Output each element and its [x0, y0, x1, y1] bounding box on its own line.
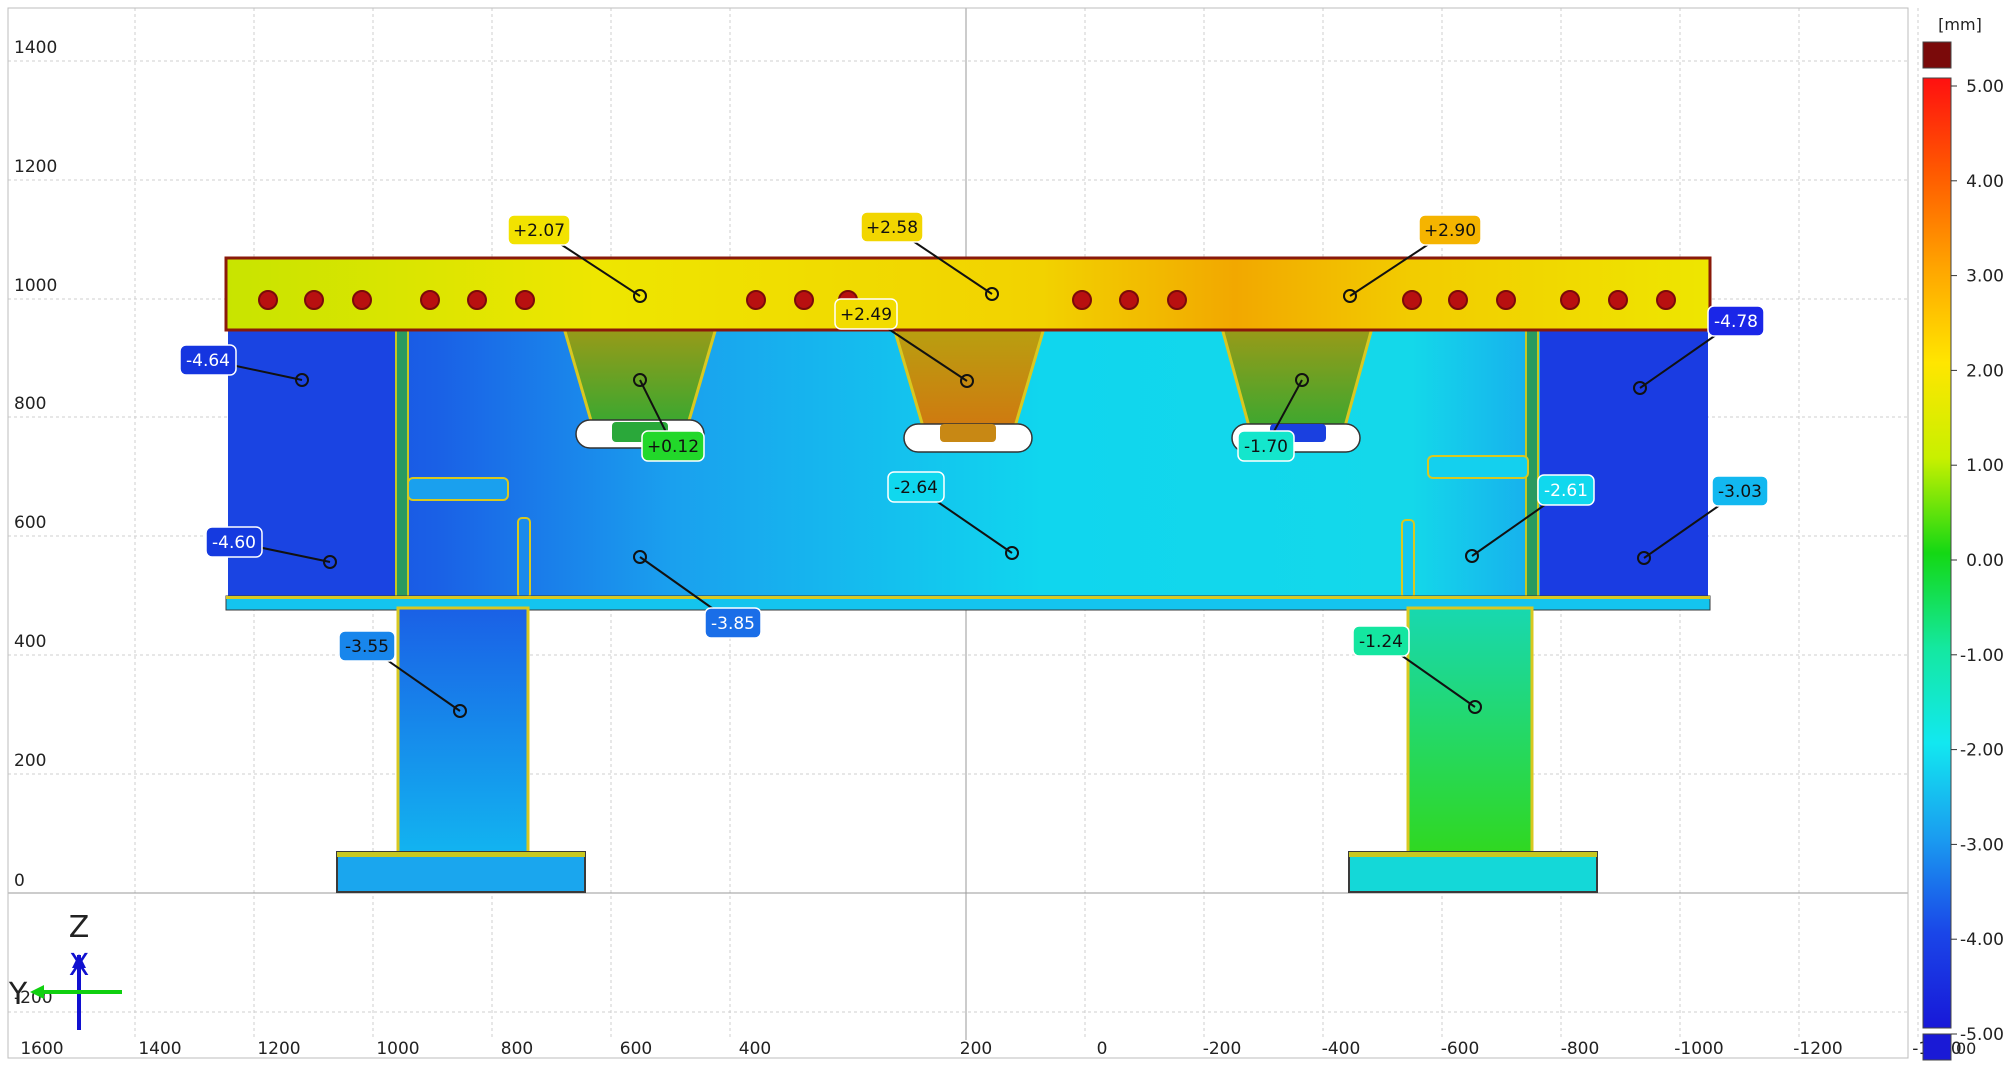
annotation-label-text: -1.24: [1359, 632, 1403, 652]
x-tick-label: 200: [960, 1039, 992, 1059]
trapezoid-rib-1: [562, 326, 718, 426]
bolt-hole: [304, 290, 324, 310]
colorbar-gradient: [1922, 77, 1952, 1029]
colorbar-tick-label: 0.00: [1966, 551, 2004, 571]
annotation-label-text: -3.55: [345, 637, 389, 657]
y-tick-label: 800: [14, 394, 46, 414]
x-tick-label: -600: [1441, 1039, 1480, 1059]
annotation-label-text: -2.64: [894, 478, 938, 498]
annotation-label-text: -4.78: [1714, 312, 1758, 332]
colorbar-legend: [mm] 5.00 4.00 3.00 2.00 1.00 0.00 -1.00 -2.00 -…: [1922, 15, 2004, 1061]
annotation-label-text: +2.58: [866, 218, 918, 238]
y-tick-label: 400: [14, 632, 46, 652]
colorbar-ticks: 5.00 4.00 3.00 2.00 1.00 0.00 -1.00 -2.00 -3.00 -…: [1951, 77, 2004, 1045]
foot-left: [336, 851, 586, 893]
bolt-hole: [794, 290, 814, 310]
colorbar-tick-label: 4.00: [1966, 172, 2004, 192]
bolt-hole: [746, 290, 766, 310]
bolt-hole: [1656, 290, 1676, 310]
x-tick-label: -200: [1203, 1039, 1242, 1059]
x-tick-label: 1600: [20, 1039, 63, 1059]
triad-y-label: Y: [8, 977, 28, 1012]
bolt-hole: [258, 290, 278, 310]
y-tick-label: 600: [14, 513, 46, 533]
bolt-hole: [1119, 290, 1139, 310]
x-tick-label: -400: [1322, 1039, 1361, 1059]
y-tick-label: 200: [14, 751, 46, 771]
bolt-hole: [352, 290, 372, 310]
triad-z-label: Z: [69, 910, 90, 945]
x-tick-label: 400: [739, 1039, 771, 1059]
bolt-hole: [1072, 290, 1092, 310]
bottom-flange-edge: [226, 596, 1710, 599]
colorbar-above-max-swatch: [1922, 41, 1952, 69]
annotation-label-text: -3.85: [711, 614, 755, 634]
foot-right: [1348, 851, 1598, 893]
colorbar-tick-label: -3.00: [1960, 835, 2004, 855]
annotation-label-text: -4.60: [212, 533, 256, 553]
annotation-label-text: +2.07: [513, 221, 565, 241]
annotation-label-text: -4.64: [186, 351, 230, 371]
bolt-hole: [1608, 290, 1628, 310]
annotation-label-text: +2.49: [840, 305, 892, 325]
colorbar-tick-label: -1.00: [1960, 646, 2004, 666]
stiffener-left: [395, 329, 409, 599]
bolt-hole: [1448, 290, 1468, 310]
bolt-hole: [1496, 290, 1516, 310]
x-tick-label: -1200: [1793, 1039, 1842, 1059]
bolt-hole: [515, 290, 535, 310]
colorbar-unit: [mm]: [1938, 15, 1982, 34]
colorbar-tick-label: 5.00: [1966, 77, 2004, 97]
right-end-plate: [1540, 330, 1708, 598]
bolt-hole: [1167, 290, 1187, 310]
annotation-label-text: -2.61: [1544, 481, 1588, 501]
x-tick-label: -800: [1561, 1039, 1600, 1059]
y-tick-label: 0: [14, 871, 25, 891]
annotation-label-text: -3.03: [1718, 482, 1762, 502]
colorbar-tick-label: -2.00: [1960, 741, 2004, 761]
colorbar-tick-label: 2.00: [1966, 361, 2004, 381]
x-tick-label: -1000: [1674, 1039, 1723, 1059]
annotation-label-text: +2.90: [1424, 221, 1476, 241]
bolt-hole: [467, 290, 487, 310]
colorbar-tick-label: 1.00: [1966, 456, 2004, 476]
foot-right-edge: [1349, 852, 1597, 857]
bracket-left: [407, 477, 509, 501]
x-tick-label: 1400: [138, 1039, 181, 1059]
rib-right: [1401, 519, 1415, 599]
annotation-label-text: +0.12: [647, 437, 699, 457]
leg-left: [396, 606, 530, 856]
leg-right: [1406, 606, 1534, 856]
bracket-right: [1427, 455, 1529, 479]
bolt-hole: [1560, 290, 1580, 310]
rib-left: [517, 517, 531, 599]
foot-left-edge: [337, 852, 585, 857]
colorbar-tick-label: -4.00: [1960, 930, 2004, 950]
x-tick-label: 1000: [376, 1039, 419, 1059]
x-tick-label: 800: [501, 1039, 533, 1059]
rib-2-bottom: [940, 424, 996, 442]
x-tick-label: 1200: [257, 1039, 300, 1059]
colorbar-tick-label: 3.00: [1966, 267, 2004, 287]
y-tick-label: 1000: [14, 276, 57, 296]
colorbar-below-min-swatch: [1922, 1033, 1952, 1061]
bolt-hole: [1402, 290, 1422, 310]
annotation-label-text: -1.70: [1244, 437, 1288, 457]
x-tick-label: 0: [1097, 1039, 1108, 1059]
y-axis-ticks: 1400120010008006004002000-200: [14, 38, 57, 1008]
x-tick-label: 600: [620, 1039, 652, 1059]
colorbar-overflow-label: 00: [1956, 1039, 1976, 1058]
y-tick-label: 1400: [14, 38, 57, 58]
top-flange: [224, 256, 1712, 332]
x-axis-ticks: 1600 1400 1200 1000 800 600 400 200 0 -200 -400 -60…: [20, 1039, 1961, 1059]
bolt-hole: [420, 290, 440, 310]
3d-viewport[interactable]: 1400 1200 1000 800 600 400 200 0 -200 1600 1400 12…: [0, 0, 2012, 1066]
triad-x-label: X: [69, 948, 90, 983]
y-tick-label: 1200: [14, 157, 57, 177]
deviation-color-map-model[interactable]: [224, 256, 1712, 893]
